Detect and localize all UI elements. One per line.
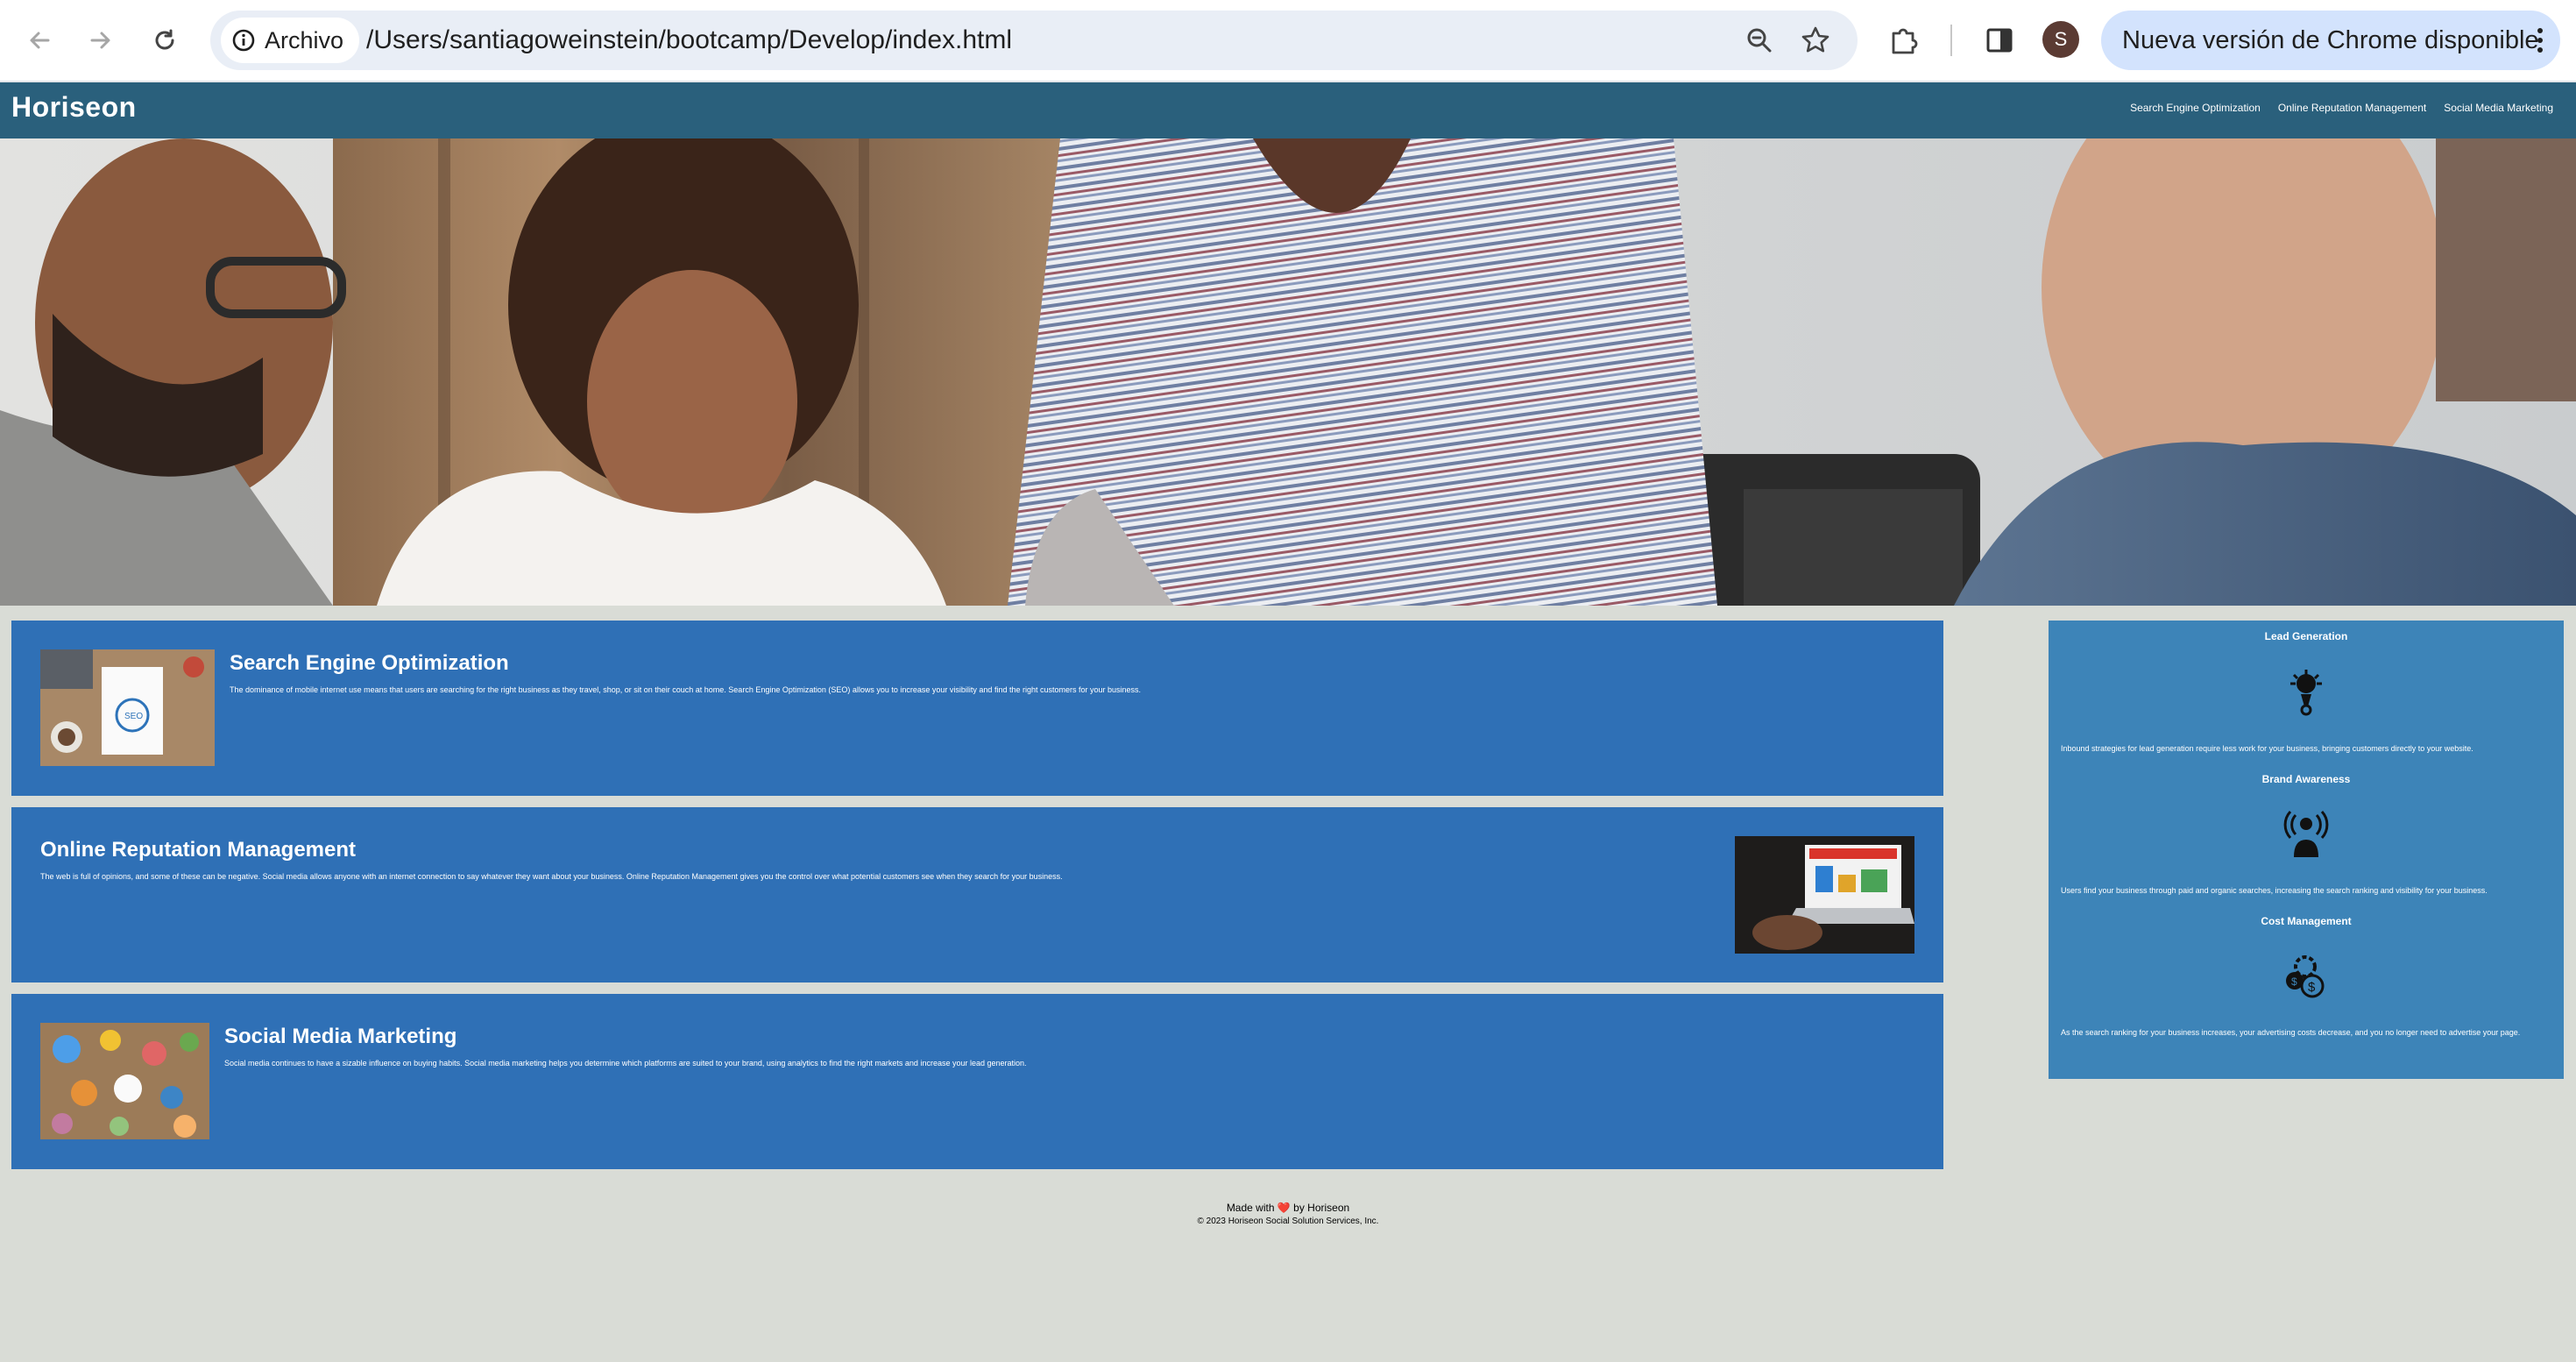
nav-link-seo[interactable]: Search Engine Optimization bbox=[2130, 102, 2261, 114]
address-bar[interactable]: Archivo /Users/santiagoweinstein/bootcam… bbox=[210, 11, 1858, 70]
reputation-title: Online Reputation Management bbox=[40, 838, 357, 862]
hero-image bbox=[0, 138, 2576, 606]
benefit-text: Users find your business through paid an… bbox=[2061, 886, 2488, 895]
side-panel-icon[interactable] bbox=[1978, 19, 2020, 61]
footer-copyright: © 2023 Horiseon Social Solution Services… bbox=[1197, 1217, 1379, 1226]
footer-made-with-prefix: Made with bbox=[1226, 1202, 1275, 1214]
social-media-title: Social Media Marketing bbox=[224, 1025, 457, 1048]
svg-text:$: $ bbox=[2308, 980, 2316, 995]
forward-button[interactable] bbox=[78, 18, 124, 63]
site-logo[interactable]: Horiseon bbox=[11, 91, 137, 124]
profile-avatar[interactable]: S bbox=[2042, 21, 2079, 58]
bookmark-star-icon[interactable] bbox=[1798, 23, 1833, 58]
social-media-text: Social media continues to have a sizable… bbox=[224, 1059, 1027, 1068]
benefit-title: Brand Awareness bbox=[2261, 773, 2351, 785]
site-info-chip[interactable]: Archivo bbox=[221, 18, 360, 63]
site-chip-label: Archivo bbox=[265, 26, 344, 53]
chrome-update-button[interactable]: Nueva versión de Chrome disponible bbox=[2101, 11, 2560, 70]
benefit-text: Inbound strategies for lead generation r… bbox=[2061, 744, 2473, 753]
seo-image: SEO bbox=[40, 649, 215, 766]
forward-arrow-icon bbox=[90, 32, 110, 49]
benefit-title: Cost Management bbox=[2261, 915, 2352, 927]
cost-management-icon: $ $ bbox=[2280, 950, 2332, 1003]
seo-card: SEO Search Engine Optimization The domin… bbox=[11, 621, 1943, 796]
site-header: Horiseon Search Engine Optimization Onli… bbox=[0, 82, 2576, 138]
svg-text:$: $ bbox=[2291, 975, 2297, 988]
seo-title: Search Engine Optimization bbox=[230, 651, 509, 675]
lead-generation-icon bbox=[2280, 666, 2332, 719]
reputation-text: The web is full of opinions, and some of… bbox=[40, 872, 1063, 881]
extensions-icon[interactable] bbox=[1883, 19, 1925, 61]
social-media-card: Social Media Marketing Social media cont… bbox=[11, 994, 1943, 1169]
more-menu-icon[interactable] bbox=[2536, 25, 2544, 55]
nav-link-reputation[interactable]: Online Reputation Management bbox=[2278, 102, 2426, 114]
reputation-image bbox=[1735, 836, 1914, 954]
footer-made-with-suffix: by Horiseon bbox=[1293, 1202, 1350, 1214]
back-arrow-icon bbox=[30, 32, 50, 49]
url-text[interactable]: /Users/santiagoweinstein/bootcamp/Develo… bbox=[366, 11, 1012, 70]
site-nav: Search Engine Optimization Online Reputa… bbox=[2130, 102, 2553, 114]
hero-photo bbox=[0, 138, 2576, 606]
browser-toolbar: Archivo /Users/santiagoweinstein/bootcam… bbox=[0, 0, 2576, 82]
footer-made-with: Made with ❤️ by Horiseon bbox=[0, 1202, 2576, 1214]
back-button[interactable] bbox=[17, 18, 62, 63]
benefits-sidebar: Lead Generation Inbound strategies for l… bbox=[2049, 621, 2564, 1079]
update-label: Nueva versión de Chrome disponible bbox=[2122, 25, 2539, 54]
zoom-icon[interactable] bbox=[1742, 23, 1777, 58]
brand-awareness-icon bbox=[2280, 808, 2332, 861]
seo-text: The dominance of mobile internet use mea… bbox=[230, 685, 1142, 694]
reputation-card: Online Reputation Management The web is … bbox=[11, 807, 1943, 982]
toolbar-divider bbox=[1950, 25, 1952, 56]
info-icon bbox=[232, 29, 255, 52]
benefit-text: As the search ranking for your business … bbox=[2061, 1028, 2521, 1037]
nav-link-social-media[interactable]: Social Media Marketing bbox=[2444, 102, 2553, 114]
svg-text:SEO: SEO bbox=[124, 712, 143, 721]
social-media-image bbox=[40, 1023, 209, 1139]
heart-icon: ❤️ bbox=[1277, 1202, 1291, 1214]
benefit-title: Lead Generation bbox=[2264, 630, 2348, 642]
reload-button[interactable] bbox=[142, 18, 188, 63]
reload-icon bbox=[155, 29, 174, 50]
